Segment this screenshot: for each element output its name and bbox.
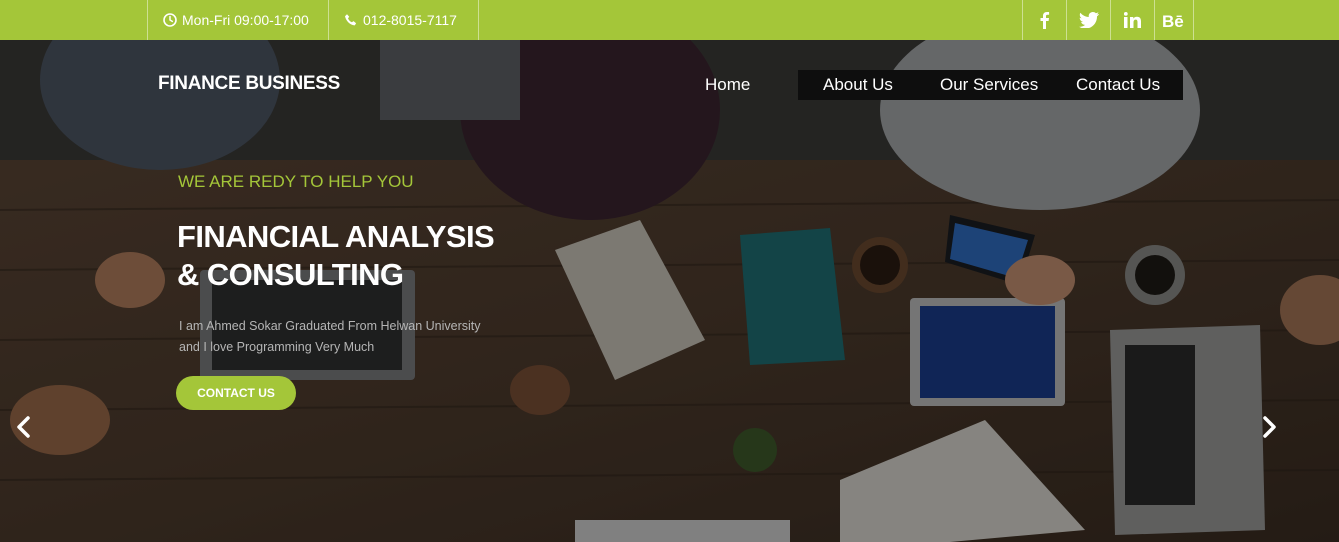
nav-about-us[interactable]: About Us xyxy=(823,75,893,95)
brand-logo[interactable]: FINANCE BUSINESS xyxy=(158,73,340,95)
nav-contact-us[interactable]: Contact Us xyxy=(1076,75,1160,95)
chevron-left-icon xyxy=(17,416,30,438)
behance-link[interactable]: Bē xyxy=(1154,0,1194,40)
behance-icon: Bē xyxy=(1162,12,1184,28)
phone-icon xyxy=(345,14,357,26)
hero-headline: FINANCIAL ANALYSIS & CONSULTING xyxy=(177,218,537,294)
twitter-link[interactable] xyxy=(1066,0,1110,40)
phone-number[interactable]: 012-8015-7117 xyxy=(328,0,479,40)
hero-description: I am Ahmed Sokar Graduated From Helwan U… xyxy=(179,316,519,358)
svg-text:Bē: Bē xyxy=(1162,12,1184,28)
description-line-2: and I love Programming Very Much xyxy=(179,340,375,354)
description-line-1: I am Ahmed Sokar Graduated From Helwan U… xyxy=(179,319,481,333)
slider-prev-button[interactable] xyxy=(14,415,34,439)
phone-text: 012-8015-7117 xyxy=(363,12,457,28)
hero-kicker: WE ARE REDY TO HELP YOU xyxy=(178,172,414,191)
chevron-right-icon xyxy=(1263,416,1276,438)
twitter-icon xyxy=(1078,12,1099,28)
linkedin-icon xyxy=(1124,12,1141,28)
main-nav: Home About Us Our Services Contact Us xyxy=(680,70,1183,100)
nav-home[interactable]: Home xyxy=(705,75,750,95)
opening-hours: Mon-Fri 09:00-17:00 xyxy=(147,0,328,40)
slider-next-button[interactable] xyxy=(1259,415,1279,439)
headline-line-2: & CONSULTING xyxy=(177,257,404,292)
top-bar: Mon-Fri 09:00-17:00 012-8015-7117 Bē xyxy=(0,0,1339,40)
linkedin-link[interactable] xyxy=(1110,0,1154,40)
facebook-link[interactable] xyxy=(1022,0,1066,40)
contact-us-button[interactable]: CONTACT US xyxy=(176,376,296,410)
hero-slider: FINANCE BUSINESS Home About Us Our Servi… xyxy=(0,40,1339,542)
facebook-icon xyxy=(1040,12,1050,29)
nav-our-services[interactable]: Our Services xyxy=(940,75,1038,95)
clock-icon xyxy=(163,13,177,27)
hours-text: Mon-Fri 09:00-17:00 xyxy=(182,12,309,28)
headline-line-1: FINANCIAL ANALYSIS xyxy=(177,219,495,254)
